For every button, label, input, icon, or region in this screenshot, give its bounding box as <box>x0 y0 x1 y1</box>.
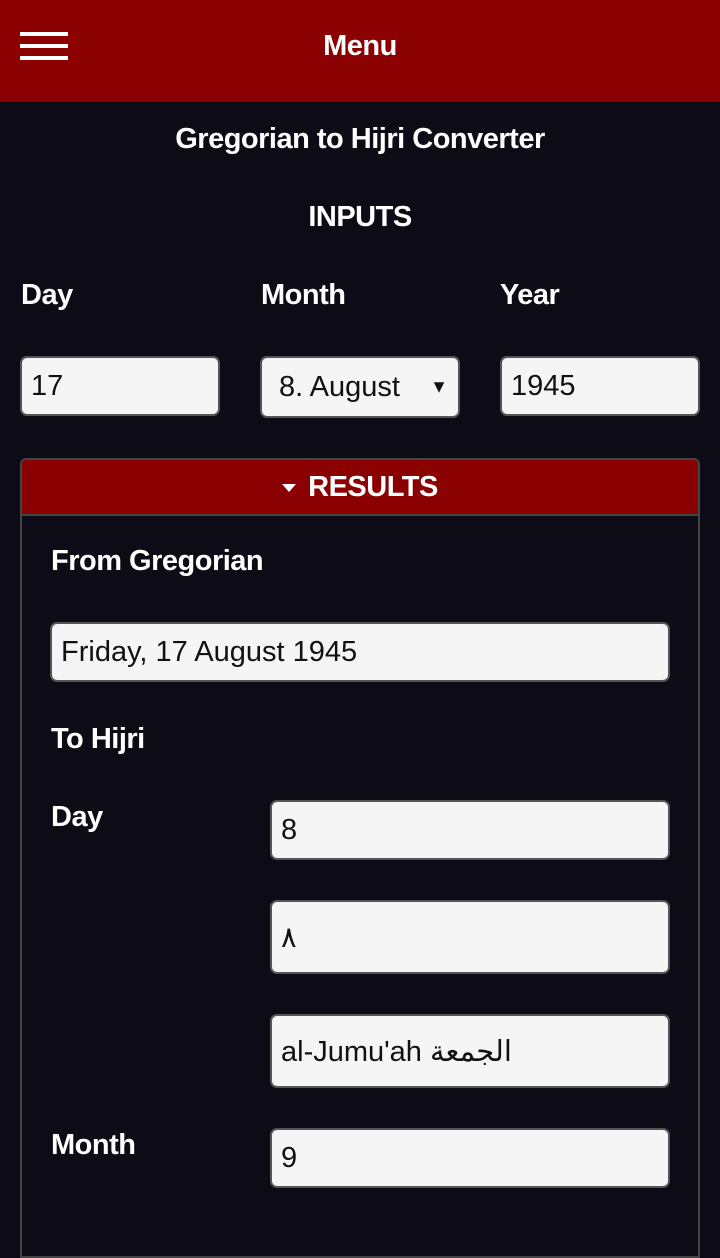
triangle-down-icon <box>282 484 297 492</box>
top-app-bar: Menu <box>0 0 720 102</box>
year-input[interactable]: 1945 <box>500 356 700 416</box>
gregorian-date-output[interactable]: Friday, 17 August 1945 <box>50 622 670 682</box>
day-input[interactable]: 17 <box>20 356 220 416</box>
hijri-day-arabic-value: ٨ <box>281 921 297 954</box>
day-label: Day <box>21 279 73 311</box>
gregorian-date-value: Friday, 17 August 1945 <box>61 635 358 668</box>
inputs-heading: INPUTS <box>308 201 412 233</box>
day-input-value: 17 <box>31 369 64 402</box>
to-hijri-label: To Hijri <box>51 723 145 755</box>
hijri-month-value: 9 <box>281 1141 298 1174</box>
dropdown-arrow-icon: ▼ <box>430 376 448 397</box>
from-gregorian-label: From Gregorian <box>51 545 264 577</box>
month-select[interactable]: 8. August ▼ <box>260 356 460 418</box>
results-toggle[interactable]: RESULTS <box>22 460 698 516</box>
hijri-weekday-output[interactable]: al-Jumu'ah الجمعة <box>270 1014 670 1088</box>
hijri-month-label: Month <box>51 1129 136 1161</box>
hijri-month-output[interactable]: 9 <box>270 1128 670 1188</box>
hijri-weekday-value: al-Jumu'ah الجمعة <box>281 1035 512 1068</box>
page-title: Gregorian to Hijri Converter <box>175 123 545 155</box>
results-heading: RESULTS <box>308 470 438 503</box>
month-label: Month <box>261 279 346 311</box>
menu-title[interactable]: Menu <box>0 30 720 63</box>
year-input-value: 1945 <box>511 369 576 402</box>
hijri-day-output[interactable]: 8 <box>270 800 670 860</box>
hijri-day-arabic-output[interactable]: ٨ <box>270 900 670 974</box>
year-label: Year <box>500 279 560 311</box>
month-select-value: 8. August <box>279 370 400 403</box>
hijri-day-value: 8 <box>281 813 298 846</box>
hijri-day-label: Day <box>51 801 103 833</box>
